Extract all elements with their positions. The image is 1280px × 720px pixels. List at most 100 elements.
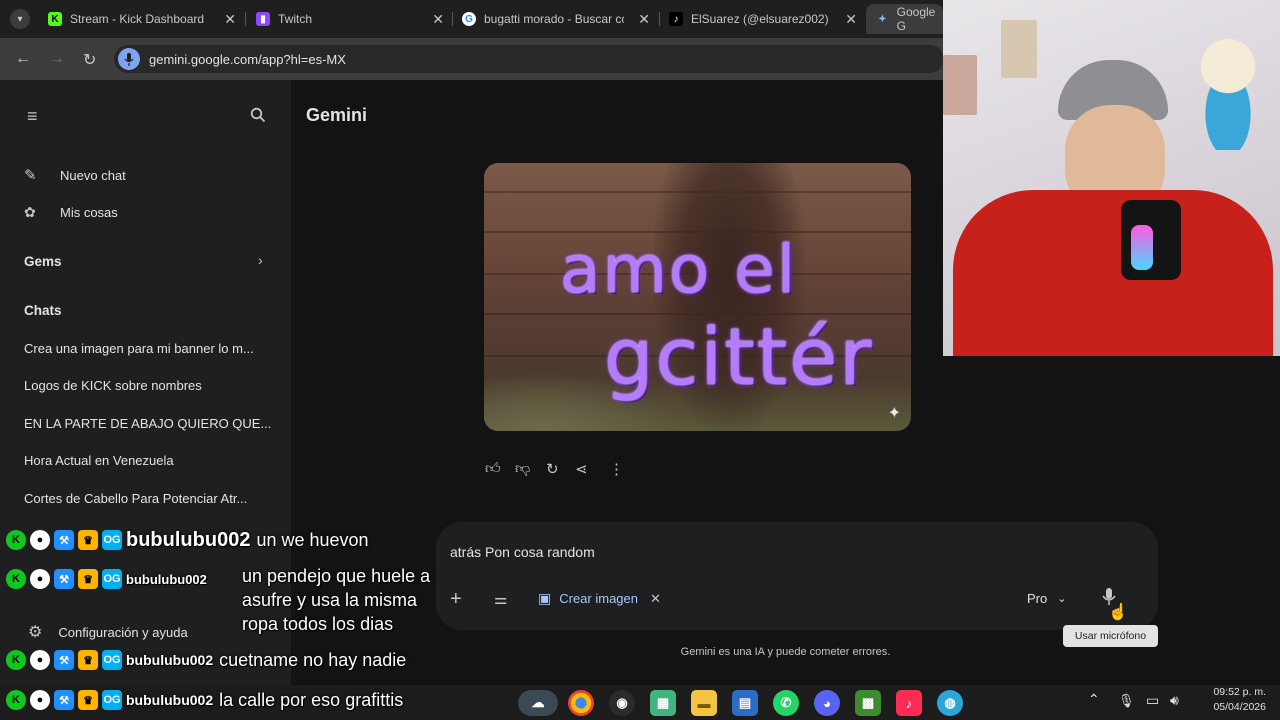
app-icon[interactable]: ▦ <box>650 690 676 716</box>
mouse-cursor-icon: ☝ <box>1108 604 1128 621</box>
gear-icon: ⚙ <box>28 624 43 641</box>
thumbs-up-icon[interactable]: 👍︎ <box>485 460 501 478</box>
mic-tooltip: Usar micrófono <box>1063 625 1158 647</box>
gems-link[interactable]: Gems <box>24 254 62 269</box>
generated-image[interactable]: amo el gcittér ✦ <box>484 163 911 431</box>
menu-icon[interactable]: ≡ <box>27 106 38 127</box>
chat-item[interactable]: EN LA PARTE DE ABAJO QUIERO QUE... <box>24 416 274 431</box>
close-icon[interactable]: ✕ <box>650 591 661 607</box>
whatsapp-icon[interactable]: ✆ <box>773 690 799 716</box>
user-badge-icon: ● <box>30 690 50 710</box>
chat-text: la calle por eso grafittis <box>219 689 404 710</box>
address-bar[interactable]: gemini.google.com/app?hl=es-MX <box>114 45 944 73</box>
browser-toolbar: ← → ↻ gemini.google.com/app?hl=es-MX <box>0 38 944 80</box>
create-image-chip[interactable]: ▣ Crear imagen ✕ <box>538 590 661 607</box>
microphone-tray-icon[interactable]: 🎙︎ <box>1118 693 1135 709</box>
crown-badge-icon: ♛ <box>78 650 98 670</box>
glitter-text-line1: amo el <box>560 231 798 308</box>
tab-kick[interactable]: K Stream - Kick Dashboard ✕ <box>38 4 244 34</box>
glitter-text-line2: gcittér <box>604 313 874 403</box>
og-badge-icon: OG <box>102 650 122 670</box>
chat-text: cuetname no hay nadie <box>219 649 407 670</box>
tools-icon[interactable]: ⚌ <box>494 590 507 608</box>
chat-message: K ● ⚒ ♛ OG bubulubu002 cuetname no hay n… <box>6 646 406 674</box>
chat-text: asufre y usa la misma <box>242 590 418 610</box>
obs-icon[interactable]: ◉ <box>609 690 635 716</box>
tab-title: ElSuarez (@elsuarez002) | Ti <box>691 12 831 26</box>
chevron-up-icon[interactable]: ⌃ <box>1088 691 1100 708</box>
settings-help-button[interactable]: ⚙ Configuración y ayuda <box>28 622 188 642</box>
chat-item[interactable]: Hora Actual en Venezuela <box>24 453 274 468</box>
kick-badge-icon: K <box>6 569 26 589</box>
my-stuff-button[interactable]: ✿ Mis cosas <box>24 204 118 221</box>
chats-heading: Chats <box>24 303 62 318</box>
file-explorer-icon[interactable]: ▬ <box>691 690 717 716</box>
more-options-icon[interactable]: ⋮ <box>609 460 624 478</box>
minecraft-icon[interactable]: ▩ <box>855 690 881 716</box>
tab-list-dropdown-icon[interactable]: ▾ <box>10 9 30 29</box>
search-taskbar-icon[interactable]: ☁ <box>518 690 558 716</box>
close-tab-icon[interactable]: ✕ <box>432 11 444 28</box>
new-chat-button[interactable]: ✎ Nuevo chat <box>24 166 126 184</box>
crown-badge-icon: ♛ <box>78 690 98 710</box>
hammer-badge-icon: ⚒ <box>54 530 74 550</box>
chevron-down-icon: ⌄ <box>1057 593 1067 605</box>
thumbs-down-icon[interactable]: 👎︎ <box>515 460 530 478</box>
prompt-input[interactable]: atrás Pon cosa random <box>450 544 595 560</box>
chrome-icon[interactable] <box>568 690 594 716</box>
chat-message: K ● ⚒ ♛ OG bubulubu002 <box>6 565 213 593</box>
regenerate-icon[interactable]: ↻ <box>546 460 559 478</box>
og-badge-icon: OG <box>102 530 122 550</box>
page-title: Gemini <box>306 105 368 125</box>
tab-google-search[interactable]: G bugatti morado - Buscar cor ✕ <box>452 4 658 34</box>
tab-gemini[interactable]: ✦ Google G <box>866 4 943 34</box>
tab-title: bugatti morado - Buscar cor <box>484 12 624 26</box>
store-icon[interactable]: ▤ <box>732 690 758 716</box>
share-icon[interactable]: ⋖ <box>575 460 588 478</box>
close-tab-icon[interactable]: ✕ <box>224 11 236 28</box>
chat-item[interactable]: Crea una imagen para mi banner lo m... <box>24 341 274 356</box>
crown-badge-icon: ♛ <box>78 569 98 589</box>
discord-icon[interactable]: ◕ <box>814 690 840 716</box>
disclaimer: Gemini es una IA y puede cometer errores… <box>680 646 891 658</box>
chat-item[interactable]: Logos de KICK sobre nombres <box>24 378 274 393</box>
webcam-overlay <box>943 0 1280 356</box>
search-icon[interactable] <box>250 107 266 128</box>
tiktok-taskbar-icon[interactable]: ♪ <box>896 690 922 716</box>
chat-text: un we huevon <box>256 529 369 550</box>
gemini-icon: ✦ <box>878 13 887 25</box>
model-label: Pro <box>1027 591 1048 606</box>
add-icon[interactable]: + <box>450 588 462 611</box>
chat-message: K ● ⚒ ♛ OG bubulubu002 un we huevon <box>6 526 369 554</box>
kick-badge-icon: K <box>6 690 26 710</box>
prompt-box[interactable]: atrás Pon cosa random + ⚌ ▣ Crear imagen… <box>436 522 1158 630</box>
new-chat-label: Nuevo chat <box>60 167 126 183</box>
time: 09:52 p. m. <box>1213 686 1266 698</box>
settings-label: Configuración y ayuda <box>58 624 188 640</box>
chat-username: bubulubu002 <box>126 692 214 708</box>
google-icon: G <box>462 12 476 26</box>
close-tab-icon[interactable]: ✕ <box>638 11 650 28</box>
chat-text: ropa todos los dias <box>242 614 394 634</box>
forward-arrow-icon[interactable]: → <box>49 50 65 68</box>
og-badge-icon: OG <box>102 569 122 589</box>
reload-icon[interactable]: ↻ <box>83 50 96 70</box>
model-selector[interactable]: Pro ⌄ <box>1027 591 1066 606</box>
tab-tiktok[interactable]: ♪ ElSuarez (@elsuarez002) | Ti ✕ <box>659 4 865 34</box>
voice-search-icon[interactable] <box>118 48 140 70</box>
clock[interactable]: 09:52 p. m. 05/04/2026 <box>1196 685 1266 715</box>
shapes-icon: ✿ <box>24 204 36 220</box>
chat-username: bubulubu002 <box>126 652 214 668</box>
volume-icon[interactable]: 🔊︎ <box>1170 692 1179 709</box>
back-arrow-icon[interactable]: ← <box>15 50 31 68</box>
tab-twitch[interactable]: ▮ Twitch ✕ <box>246 4 452 34</box>
chat-item[interactable]: Cortes de Cabello Para Potenciar Atr... <box>24 491 274 506</box>
chevron-right-icon[interactable]: › <box>258 252 263 268</box>
kick-icon: K <box>48 12 62 26</box>
hammer-badge-icon: ⚒ <box>54 569 74 589</box>
close-tab-icon[interactable]: ✕ <box>845 11 857 28</box>
network-icon[interactable]: ▭ <box>1146 692 1159 709</box>
sparkle-icon: ✦ <box>887 405 901 422</box>
browser-icon[interactable]: ◍ <box>937 690 963 716</box>
image-icon: ▣ <box>538 590 552 606</box>
